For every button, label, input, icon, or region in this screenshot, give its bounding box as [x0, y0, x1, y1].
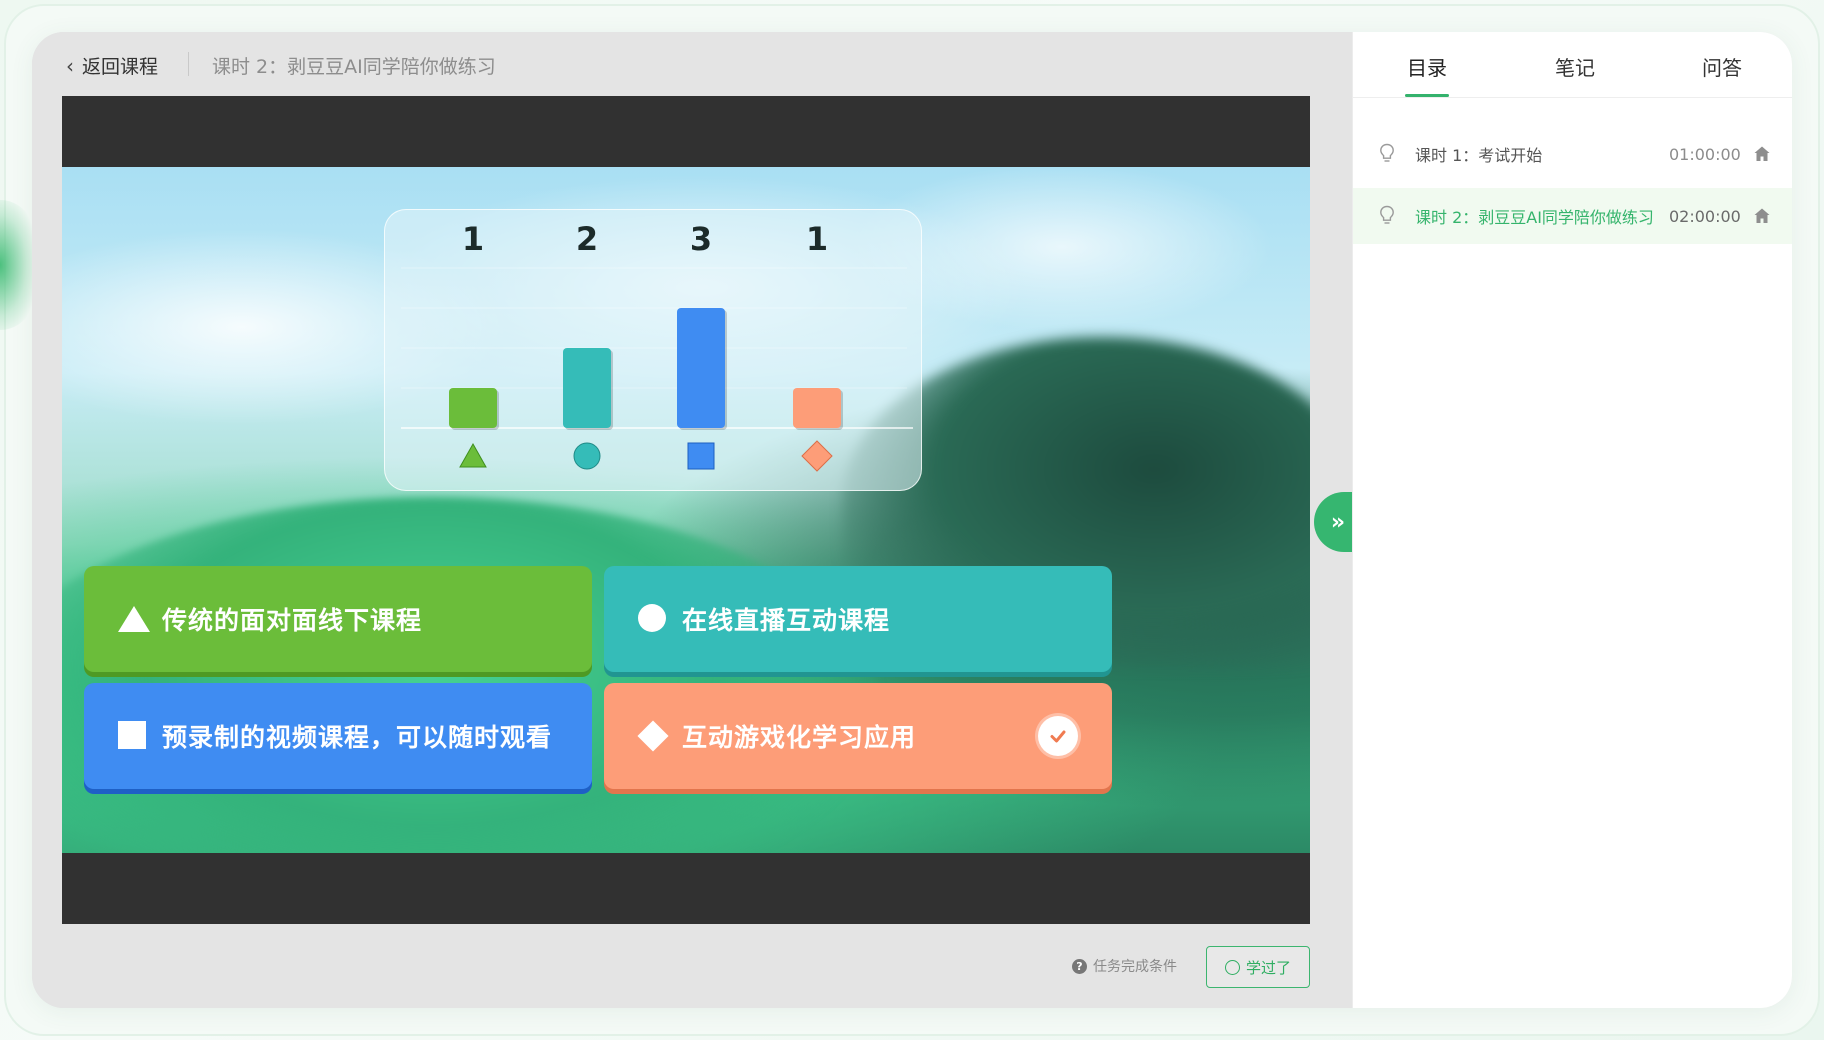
- mark-learned-button[interactable]: 学过了: [1206, 946, 1310, 988]
- tab-notes[interactable]: 笔记: [1555, 52, 1595, 81]
- answer-option-square[interactable]: 预录制的视频课程，可以随时观看: [84, 683, 592, 789]
- circle-icon: [573, 442, 601, 470]
- video-player[interactable]: 1 2 3 1 传统的面对面线下课程 在线直播互动课程 预录制的视频课程，可以随时观看…: [62, 96, 1310, 924]
- bar-triangle: [449, 388, 497, 428]
- question-circle-icon: ?: [1072, 958, 1087, 974]
- answer-label: 预录制的视频课程，可以随时观看: [162, 723, 553, 752]
- lesson-item-1[interactable]: 课时 1：考试开始 01:00:00: [1353, 126, 1792, 182]
- breadcrumb: 课时 2：剥豆豆AI同学陪你做练习: [212, 56, 496, 78]
- home-icon: [1754, 146, 1770, 161]
- chevron-left-icon: ‹: [66, 53, 74, 78]
- background-meadow: [62, 497, 882, 853]
- bar-chart-svg: 1 2 3 1: [401, 220, 913, 472]
- answer-option-triangle[interactable]: 传统的面对面线下课程: [84, 566, 592, 672]
- lesson-item-2[interactable]: 课时 2：剥豆豆AI同学陪你做练习 02:00:00: [1353, 188, 1792, 244]
- square-icon: [118, 721, 148, 751]
- answer-option-circle[interactable]: 在线直播互动课程: [604, 566, 1112, 672]
- lesson-duration: 02:00:00: [1669, 206, 1741, 226]
- bar-circle: [563, 348, 611, 428]
- back-label: 返回课程: [82, 56, 159, 78]
- answer-label: 传统的面对面线下课程: [162, 606, 423, 635]
- bar-count-label: 3: [690, 220, 712, 258]
- mark-learned-label: 学过了: [1245, 958, 1291, 977]
- home-icon: [1754, 208, 1770, 223]
- answer-label: 在线直播互动课程: [682, 606, 891, 635]
- check-circle-icon: [1038, 716, 1078, 756]
- circle-outline-icon: [1224, 959, 1240, 975]
- lightbulb-icon: [1380, 205, 1394, 224]
- top-bar: ‹ 返回课程 课时 2：剥豆豆AI同学陪你做练习: [32, 32, 1352, 96]
- player-area: ‹ 返回课程 课时 2：剥豆豆AI同学陪你做练习 1 2 3 1 传统的面对面线下课程: [32, 32, 1352, 1008]
- answer-label: 互动游戏化学习应用: [682, 723, 917, 752]
- quiz-scene: 1 2 3 1 传统的面对面线下课程 在线直播互动课程 预录制的视频课程，可以随时观看…: [62, 167, 1310, 853]
- tab-catalog[interactable]: 目录: [1407, 52, 1447, 81]
- triangle-icon: [118, 604, 150, 634]
- double-chevron-right-icon: »: [1330, 509, 1346, 535]
- task-conditions-link[interactable]: ? 任务完成条件: [1072, 956, 1177, 976]
- tab-qa[interactable]: 问答: [1702, 52, 1742, 81]
- task-conditions-label: 任务完成条件: [1093, 959, 1177, 975]
- lightbulb-icon: [1380, 143, 1394, 162]
- answer-option-diamond[interactable]: 互动游戏化学习应用: [604, 683, 1112, 789]
- side-glow: [0, 200, 34, 330]
- bar-diamond: [793, 388, 841, 428]
- square-icon: [687, 442, 715, 470]
- lesson-title: 课时 1：考试开始: [1415, 146, 1543, 165]
- breadcrumb-divider: [188, 52, 189, 76]
- bar-count-label: 1: [462, 220, 484, 258]
- bar-count-label: 2: [576, 220, 598, 258]
- lesson-duration: 01:00:00: [1669, 144, 1741, 164]
- diamond-icon: [801, 440, 833, 472]
- bar-count-label: 1: [806, 220, 828, 258]
- sidebar-tabs: 目录 笔记 问答: [1353, 32, 1792, 98]
- triangle-icon: [459, 442, 487, 468]
- back-to-course-link[interactable]: ‹ 返回课程: [66, 52, 158, 79]
- diamond-icon: [637, 720, 669, 752]
- active-tab-indicator: [1405, 94, 1449, 97]
- sidebar: 目录 笔记 问答 课时 1：考试开始 01:00:00 课时 2：剥豆豆AI同学…: [1352, 32, 1792, 1008]
- circle-icon: [638, 604, 668, 634]
- bar-square: [677, 308, 725, 428]
- lesson-title: 课时 2：剥豆豆AI同学陪你做练习: [1415, 208, 1654, 227]
- course-window: ‹ 返回课程 课时 2：剥豆豆AI同学陪你做练习 1 2 3 1 传统的面对面线下课程: [32, 32, 1792, 1008]
- vote-result-chart: 1 2 3 1: [384, 209, 922, 491]
